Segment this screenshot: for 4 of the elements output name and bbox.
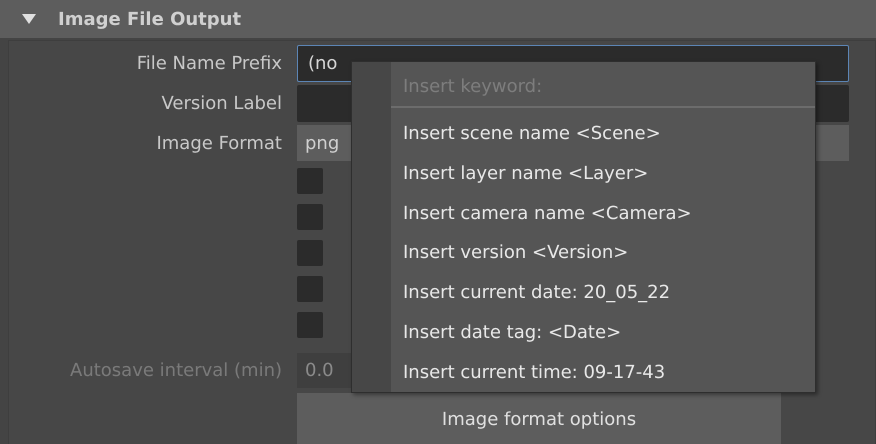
field-label: Image Format [156, 132, 282, 154]
field-label: File Name Prefix [136, 52, 282, 74]
field-label: Version Label [162, 92, 282, 114]
section-title: Image File Output [58, 8, 242, 30]
